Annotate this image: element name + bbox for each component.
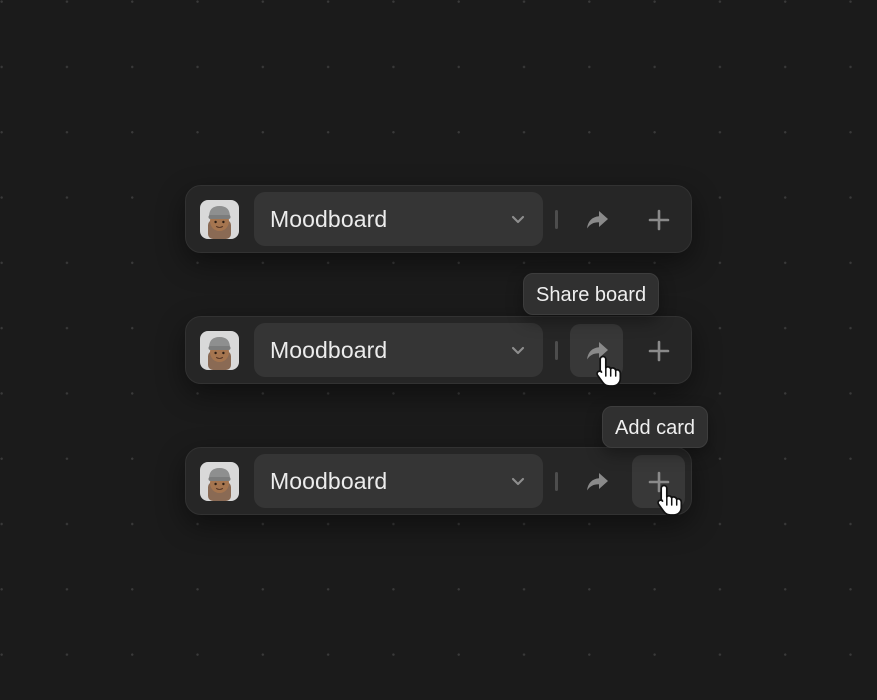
toolbar-divider [555, 341, 558, 360]
plus-icon [648, 209, 670, 231]
user-avatar[interactable] [200, 331, 239, 370]
avatar-icon [208, 468, 231, 501]
board-select[interactable]: Moodboard [254, 323, 543, 377]
plus-icon [648, 340, 670, 362]
user-avatar[interactable] [200, 462, 239, 501]
share-arrow-icon [587, 342, 608, 360]
chevron-down-icon [511, 215, 525, 224]
share-board-tooltip: Share board [523, 273, 660, 315]
board-toolbar: Moodboard [185, 185, 692, 253]
toolbar-divider [555, 210, 558, 229]
add-card-button[interactable] [632, 193, 685, 246]
add-card-button[interactable] [632, 455, 685, 508]
add-card-button[interactable] [632, 324, 685, 377]
share-board-button[interactable] [570, 455, 623, 508]
share-arrow-icon [587, 473, 608, 491]
chevron-down-icon [511, 346, 525, 355]
board-name: Moodboard [270, 468, 388, 494]
board-select[interactable]: Moodboard [254, 192, 543, 246]
share-board-button[interactable] [570, 324, 623, 377]
board-name: Moodboard [270, 206, 388, 232]
avatar-icon [208, 206, 231, 239]
plus-icon [648, 471, 670, 493]
avatar-icon [208, 337, 231, 370]
add-card-tooltip: Add card [602, 406, 709, 448]
user-avatar[interactable] [200, 200, 239, 239]
share-board-button[interactable] [570, 193, 623, 246]
toolbar-divider [555, 472, 558, 491]
board-toolbar: Moodboard [185, 447, 692, 515]
board-name: Moodboard [270, 337, 388, 363]
board-select[interactable]: Moodboard [254, 454, 543, 508]
chevron-down-icon [511, 477, 525, 486]
share-arrow-icon [587, 211, 608, 229]
board-toolbar: Moodboard [185, 316, 692, 384]
